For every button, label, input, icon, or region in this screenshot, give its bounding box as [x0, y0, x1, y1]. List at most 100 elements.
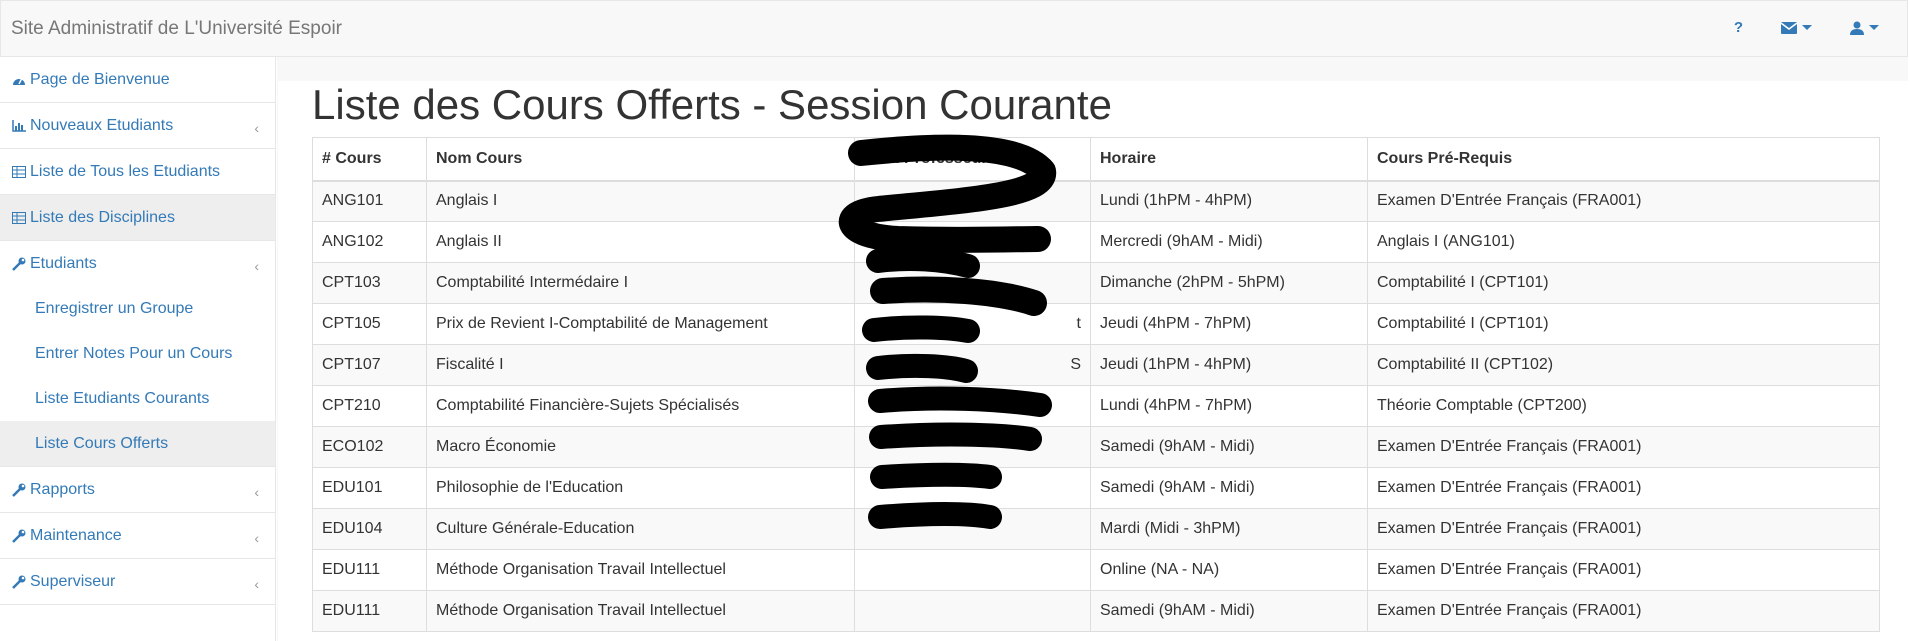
- table-row: CPT210 Comptabilité Financière-Sujets Spé…: [312, 385, 1880, 427]
- cell-code: EDU111: [312, 549, 427, 591]
- cell-professor: [854, 385, 1091, 427]
- page-title: Liste des Cours Offerts - Session Couran…: [312, 81, 1112, 128]
- cell-course-name: Anglais II: [426, 221, 855, 263]
- user-dropdown[interactable]: [1850, 21, 1879, 35]
- messages-dropdown[interactable]: [1781, 21, 1812, 34]
- cell-professor: t: [854, 303, 1091, 345]
- cell-schedule: Mercredi (9hAM - Midi): [1090, 221, 1368, 263]
- sidebar-item-label: Liste de Tous les Etudiants: [30, 162, 221, 180]
- wrench-icon: [12, 483, 28, 497]
- column-header-professor[interactable]: Nom Professeur: [854, 137, 1091, 182]
- bar-chart-icon: [12, 119, 28, 132]
- cell-prereq: Comptabilité II (CPT102): [1367, 344, 1880, 386]
- column-header-code[interactable]: # Cours: [312, 137, 427, 182]
- cell-professor: [854, 262, 1091, 304]
- table-row: CPT105 Prix de Revient I-Comptabilité de …: [312, 303, 1880, 345]
- sidebar-item-label: Rapports: [30, 480, 95, 498]
- chevron-down-icon: [1869, 25, 1879, 30]
- cell-schedule: Jeudi (1hPM - 4hPM): [1090, 344, 1368, 386]
- wrench-icon: [12, 575, 28, 589]
- cell-course-name: Fiscalité I: [426, 344, 855, 386]
- cell-professor: [854, 590, 1091, 632]
- cell-code: EDU104: [312, 508, 427, 550]
- cell-course-name: Philosophie de l'Education: [426, 467, 855, 509]
- table-row: EDU101 Philosophie de l'Education Samedi (…: [312, 467, 1880, 509]
- sidebar-subitem-etudiants-courants[interactable]: Liste Etudiants Courants: [0, 376, 275, 421]
- wrench-icon: [12, 257, 28, 271]
- table-row: EDU104 Culture Générale-Education Mardi (M…: [312, 508, 1880, 550]
- chevron-left-icon: ‹: [254, 119, 259, 136]
- cell-code: ANG101: [312, 180, 427, 222]
- sidebar: Page de Bienvenue Nouveaux Etudiants ‹ L…: [0, 57, 276, 641]
- table-row: ANG101 Anglais I Lundi (1hPM - 4hPM) Examen…: [312, 180, 1880, 222]
- navbar-right-icons: ?: [1734, 19, 1879, 36]
- help-button[interactable]: ?: [1734, 19, 1743, 36]
- chevron-down-icon: [1802, 25, 1812, 30]
- envelope-icon: [1781, 21, 1797, 34]
- courses-table: # Cours Nom Cours Nom Professeur Horaire…: [312, 137, 1880, 632]
- cell-code: ECO102: [312, 426, 427, 468]
- cell-course-name: Comptabilité Intermédaire I: [426, 262, 855, 304]
- sidebar-item-maintenance[interactable]: Maintenance ‹: [0, 513, 275, 559]
- cell-professor: [854, 426, 1091, 468]
- dashboard-icon: [12, 74, 28, 86]
- cell-prereq: Examen D'Entrée Français (FRA001): [1367, 508, 1880, 550]
- sidebar-item-tous-etudiants[interactable]: Liste de Tous les Etudiants: [0, 149, 275, 195]
- cell-prereq: Examen D'Entrée Français (FRA001): [1367, 467, 1880, 509]
- cell-schedule: Samedi (9hAM - Midi): [1090, 467, 1368, 509]
- sidebar-item-bienvenue[interactable]: Page de Bienvenue: [0, 57, 275, 103]
- user-icon: [1850, 21, 1864, 35]
- main-content: Liste des Cours Offerts - Session Couran…: [277, 57, 1908, 641]
- column-header-schedule[interactable]: Horaire: [1090, 137, 1368, 182]
- sidebar-subitem-enregistrer-groupe[interactable]: Enregistrer un Groupe: [0, 286, 275, 331]
- table-header-row: # Cours Nom Cours Nom Professeur Horaire…: [312, 137, 1880, 182]
- cell-code: CPT105: [312, 303, 427, 345]
- sidebar-item-disciplines[interactable]: Liste des Disciplines: [0, 195, 275, 241]
- sidebar-subitem-label: Liste Cours Offerts: [35, 434, 169, 452]
- cell-prereq: Examen D'Entrée Français (FRA001): [1367, 590, 1880, 632]
- cell-prereq: Théorie Comptable (CPT200): [1367, 385, 1880, 427]
- chevron-left-icon: ‹: [254, 529, 259, 546]
- page-wrapper: Liste des Cours Offerts - Session Couran…: [278, 81, 1908, 641]
- table-row: CPT107 Fiscalité I S Jeudi (1hPM - 4hPM) Com…: [312, 344, 1880, 386]
- chevron-left-icon: ‹: [254, 483, 259, 500]
- table-icon: [12, 165, 28, 178]
- cell-schedule: Samedi (9hAM - Midi): [1090, 590, 1368, 632]
- sidebar-subitem-label: Enregistrer un Groupe: [35, 299, 194, 317]
- cell-schedule: Lundi (4hPM - 7hPM): [1090, 385, 1368, 427]
- cell-schedule: Dimanche (2hPM - 5hPM): [1090, 262, 1368, 304]
- sidebar-item-nouveaux-etudiants[interactable]: Nouveaux Etudiants ‹: [0, 103, 275, 149]
- sidebar-group-etudiants: Etudiants ‹ Enregistrer un Groupe Entrer…: [0, 241, 275, 467]
- column-header-name[interactable]: Nom Cours: [426, 137, 855, 182]
- cell-professor: [854, 467, 1091, 509]
- sidebar-item-superviseur[interactable]: Superviseur ‹: [0, 559, 275, 605]
- table-row: ECO102 Macro Économie Samedi (9hAM - Midi)…: [312, 426, 1880, 468]
- help-icon: ?: [1733, 19, 1743, 36]
- cell-professor: [854, 508, 1091, 550]
- sidebar-subitem-label: Entrer Notes Pour un Cours: [35, 344, 233, 362]
- sidebar-subitem-entrer-notes[interactable]: Entrer Notes Pour un Cours: [0, 331, 275, 376]
- cell-prereq: Examen D'Entrée Français (FRA001): [1367, 426, 1880, 468]
- sidebar-subitem-cours-offerts[interactable]: Liste Cours Offerts: [0, 421, 275, 466]
- table-row: EDU111 Méthode Organisation Travail Intel…: [312, 549, 1880, 591]
- sidebar-item-etudiants[interactable]: Etudiants ‹: [0, 241, 275, 286]
- cell-schedule: Lundi (1hPM - 4hPM): [1090, 180, 1368, 222]
- column-header-prereq[interactable]: Cours Pré-Requis: [1367, 137, 1880, 182]
- sidebar-item-label: Nouveaux Etudiants: [30, 116, 174, 134]
- sidebar-item-label: Superviseur: [30, 572, 116, 590]
- site-title[interactable]: Site Administratif de L'Université Espoi…: [11, 18, 342, 40]
- cell-code: CPT103: [312, 262, 427, 304]
- cell-course-name: Comptabilité Financière-Sujets Spécialis…: [426, 385, 855, 427]
- cell-prereq: Comptabilité I (CPT101): [1367, 303, 1880, 345]
- sidebar-item-label: Etudiants: [30, 254, 97, 272]
- cell-code: CPT210: [312, 385, 427, 427]
- sidebar-item-rapports[interactable]: Rapports ‹: [0, 467, 275, 513]
- cell-course-name: Macro Économie: [426, 426, 855, 468]
- cell-professor: [854, 180, 1091, 222]
- wrench-icon: [12, 529, 28, 543]
- cell-code: EDU111: [312, 590, 427, 632]
- table-row: CPT103 Comptabilité Intermédaire I Dimanch…: [312, 262, 1880, 304]
- chevron-left-icon: ‹: [254, 575, 259, 592]
- top-navbar: Site Administratif de L'Université Espoi…: [0, 0, 1908, 57]
- cell-professor: [854, 549, 1091, 591]
